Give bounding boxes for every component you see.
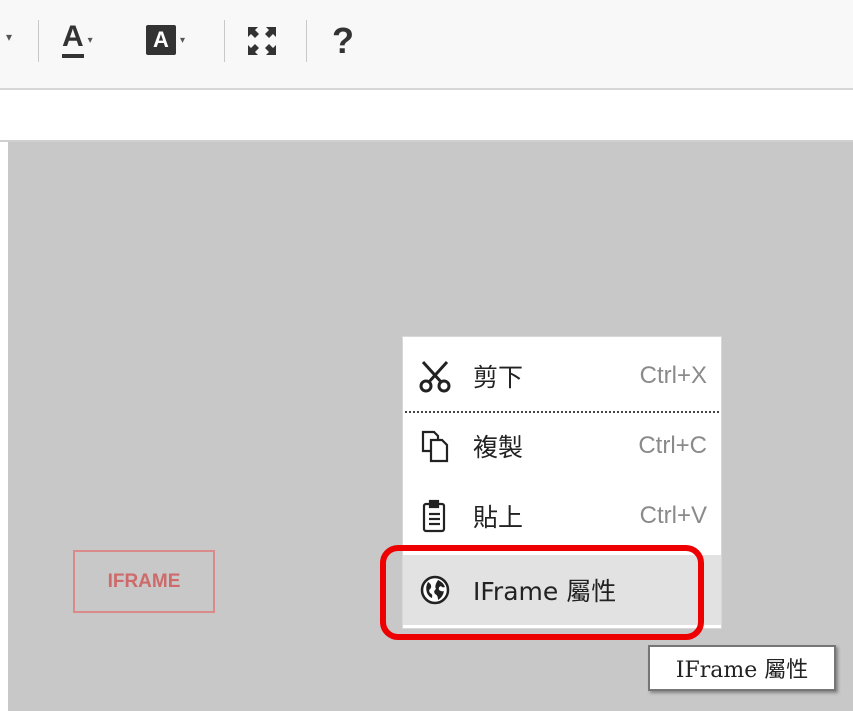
paste-icon bbox=[417, 498, 453, 534]
background-color-button[interactable]: A ▾ bbox=[146, 25, 185, 55]
editor-toolbar: ▾ A ▾ A ▾ ? bbox=[0, 0, 853, 90]
menu-item-label: 貼上 bbox=[473, 503, 524, 532]
menu-item-label: 複製 bbox=[473, 433, 524, 462]
text-color-icon: A bbox=[62, 22, 84, 58]
scissors-icon bbox=[417, 358, 453, 394]
menu-item-shortcut: Ctrl+C bbox=[638, 432, 707, 459]
maximize-icon bbox=[248, 27, 276, 55]
highlight-annotation bbox=[380, 545, 704, 640]
toolbar-separator bbox=[224, 20, 225, 62]
menu-item-label: 剪下 bbox=[473, 363, 524, 392]
iframe-placeholder[interactable]: IFRAME bbox=[73, 550, 215, 613]
dropdown-arrow-icon[interactable]: ▾ bbox=[2, 30, 12, 44]
toolbar-separator bbox=[38, 20, 39, 62]
chevron-down-icon: ▾ bbox=[87, 34, 93, 46]
menu-item-cut[interactable]: 剪下 Ctrl+X bbox=[403, 341, 721, 411]
toolbar-separator bbox=[306, 20, 307, 62]
help-icon: ? bbox=[332, 20, 354, 61]
text-color-button[interactable]: A ▾ bbox=[62, 22, 93, 58]
background-color-icon: A bbox=[146, 25, 176, 55]
menu-item-shortcut: Ctrl+X bbox=[639, 362, 707, 389]
copy-icon bbox=[417, 428, 453, 464]
toolbar-bottom-strip bbox=[0, 90, 853, 142]
tooltip: IFrame 屬性 bbox=[648, 645, 836, 691]
chevron-down-icon: ▾ bbox=[180, 34, 186, 46]
maximize-button[interactable] bbox=[246, 25, 278, 57]
help-button[interactable]: ? bbox=[332, 20, 354, 62]
menu-item-paste[interactable]: 貼上 Ctrl+V bbox=[403, 481, 721, 551]
menu-item-shortcut: Ctrl+V bbox=[639, 502, 707, 529]
menu-item-copy[interactable]: 複製 Ctrl+C bbox=[403, 411, 721, 481]
